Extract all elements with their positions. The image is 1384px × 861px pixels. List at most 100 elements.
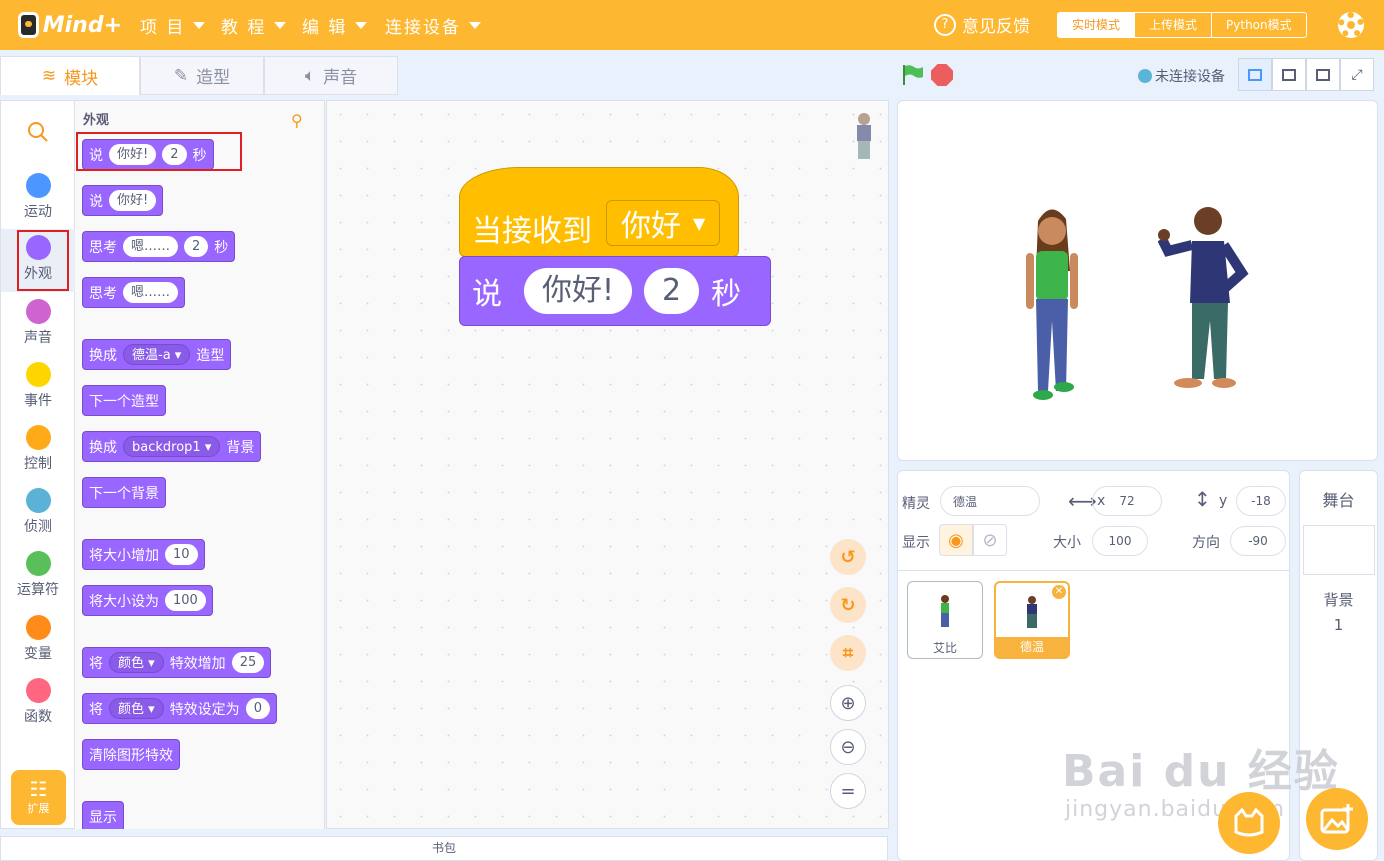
block-dropdown[interactable]: 颜色 ▾ (109, 652, 164, 673)
block-change-size[interactable]: 将大小增加 10 (82, 539, 205, 570)
show-sprite-button[interactable]: ◉ (939, 524, 973, 556)
hide-sprite-button[interactable]: ⊘ (973, 524, 1007, 556)
redo-button[interactable]: ↻ (830, 587, 866, 623)
upload-mode-button[interactable]: 上传模式 (1134, 13, 1211, 37)
backpack-bar[interactable]: 书包 (0, 836, 888, 861)
block-next-costume[interactable]: 下一个造型 (82, 385, 166, 416)
green-flag-icon[interactable] (900, 64, 924, 86)
backdrop-label: 背景 (1323, 591, 1354, 609)
large-stage-layout-button[interactable] (1272, 58, 1306, 91)
block-input[interactable]: 25 (231, 652, 265, 673)
menu-edit[interactable]: 编 辑 (302, 0, 368, 50)
gear-icon[interactable] (1338, 12, 1364, 38)
script-workspace[interactable]: 当接收到 你好 ▼ 说 你好! 2 秒 ↺ ↻ ⌗ ⊕ ⊖ = (326, 100, 889, 829)
block-show[interactable]: 显示 (82, 801, 124, 829)
small-stage-layout-button[interactable] (1238, 58, 1272, 91)
pin-icon[interactable]: ⚲ (291, 111, 303, 130)
size-value: 100 (1108, 534, 1132, 548)
menu-connect-device[interactable]: 连接设备 (385, 0, 481, 50)
tab-blocks[interactable]: ≋ 模块 (0, 56, 140, 95)
category-sound-dot (25, 299, 51, 324)
sprite-thumb-name: 德温 (996, 637, 1068, 657)
hide-stage-layout-button[interactable] (1306, 58, 1340, 91)
when-receive-hat-block[interactable]: 当接收到 你好 ▼ (459, 167, 739, 257)
block-input[interactable]: 0 (245, 698, 270, 719)
choose-sprite-button[interactable] (1218, 792, 1280, 854)
category-operators[interactable]: 运算符 (1, 551, 75, 599)
tab-blocks-label: 模块 (64, 68, 99, 89)
sprite-thumb-abby[interactable]: 艾比 (907, 581, 983, 659)
zoom-out-button[interactable]: ⊖ (830, 729, 866, 765)
blocks-icon: ≋ (41, 66, 57, 86)
block-dropdown[interactable]: 德温-a ▾ (123, 344, 191, 365)
sprite-devin[interactable] (1158, 203, 1254, 393)
block-clear-effects[interactable]: 清除图形特效 (82, 739, 180, 770)
zoom-in-button[interactable]: ⊕ (830, 685, 866, 721)
say-text-input[interactable]: 你好! (524, 268, 633, 314)
block-input[interactable]: 你好! (109, 190, 157, 211)
category-events[interactable]: 事件 (1, 362, 75, 410)
sprite-abby[interactable] (1016, 201, 1086, 407)
zoom-reset-button[interactable]: = (830, 773, 866, 809)
category-functions[interactable]: 函数 (1, 678, 75, 726)
y-input[interactable]: -18 (1236, 486, 1286, 516)
category-sensing-label: 侦测 (24, 519, 52, 535)
say-for-secs-block[interactable]: 说 你好! 2 秒 (459, 256, 771, 326)
realtime-mode-button[interactable]: 实时模式 (1058, 13, 1135, 37)
block-switch-backdrop[interactable]: 换成 backdrop1 ▾ 背景 (82, 431, 262, 462)
sprite-thumb-devin[interactable]: ✕ 德温 (994, 581, 1070, 659)
y-label: y (1219, 493, 1228, 509)
choose-backdrop-button[interactable] (1306, 788, 1368, 850)
clean-up-button[interactable]: ⌗ (830, 635, 866, 671)
block-dropdown[interactable]: 颜色 ▾ (109, 698, 164, 719)
feedback-button[interactable]: ? 意见反馈 (934, 12, 1030, 37)
say-block-label: 说 (472, 277, 502, 312)
category-sound[interactable]: 声音 (1, 299, 75, 347)
block-think-for-secs[interactable]: 思考 嗯…… 2 秒 (82, 231, 236, 262)
block-input[interactable]: 嗯…… (123, 236, 179, 257)
direction-input[interactable]: -90 (1230, 526, 1286, 556)
tab-sounds[interactable]: 🔈︎ 声音 (264, 56, 398, 95)
menu-edit-label: 编 辑 (302, 17, 348, 38)
delete-sprite-icon[interactable]: ✕ (1052, 585, 1066, 599)
sprite-name-input[interactable]: 德温 (940, 486, 1040, 516)
category-functions-dot (25, 678, 51, 703)
undo-button[interactable]: ↺ (830, 539, 866, 575)
stop-icon[interactable] (931, 64, 953, 86)
category-motion[interactable]: 运动 (1, 173, 75, 221)
x-input[interactable]: 72 (1092, 486, 1162, 516)
size-input[interactable]: 100 (1092, 526, 1148, 556)
block-input[interactable]: 100 (165, 590, 206, 611)
category-sensing-dot (25, 488, 51, 513)
block-set-effect[interactable]: 将颜色 ▾ 特效设定为 0 (82, 693, 277, 724)
block-set-size[interactable]: 将大小设为 100 (82, 585, 213, 616)
extensions-label: 扩展 (27, 802, 50, 815)
message-dropdown[interactable]: 你好 ▼ (606, 200, 721, 246)
python-mode-button[interactable]: Python模式 (1211, 13, 1306, 37)
block-input[interactable]: 2 (184, 236, 209, 257)
menu-tutorial[interactable]: 教 程 (221, 0, 287, 50)
undo-icon: ↺ (840, 546, 856, 568)
mind-plus-logo[interactable]: Mind+ (18, 8, 122, 42)
category-variables[interactable]: 变量 (1, 615, 75, 663)
tab-costumes[interactable]: ✎ 造型 (140, 56, 264, 95)
block-think[interactable]: 思考 嗯…… (82, 277, 186, 308)
block-next-backdrop[interactable]: 下一个背景 (82, 477, 166, 508)
category-motion-label: 运动 (24, 204, 52, 220)
stage[interactable] (897, 100, 1378, 461)
category-control[interactable]: 控制 (1, 425, 75, 473)
app-name: Mind+ (42, 12, 122, 38)
block-input[interactable]: 嗯…… (123, 282, 179, 303)
block-switch-costume[interactable]: 换成 德温-a ▾ 造型 (82, 339, 232, 370)
block-change-effect[interactable]: 将颜色 ▾ 特效增加 25 (82, 647, 272, 678)
fullscreen-button[interactable]: ⤢ (1340, 58, 1374, 91)
redo-icon: ↻ (840, 594, 856, 616)
say-secs-input[interactable]: 2 (644, 268, 700, 314)
extensions-button[interactable]: ☷ 扩展 (11, 770, 66, 825)
block-input[interactable]: 10 (165, 544, 198, 565)
block-dropdown[interactable]: backdrop1 ▾ (123, 436, 221, 457)
category-sensing[interactable]: 侦测 (1, 488, 75, 536)
block-say[interactable]: 说你好! (82, 185, 164, 216)
menu-project[interactable]: 项 目 (140, 0, 206, 50)
search-button[interactable] (1, 121, 75, 147)
